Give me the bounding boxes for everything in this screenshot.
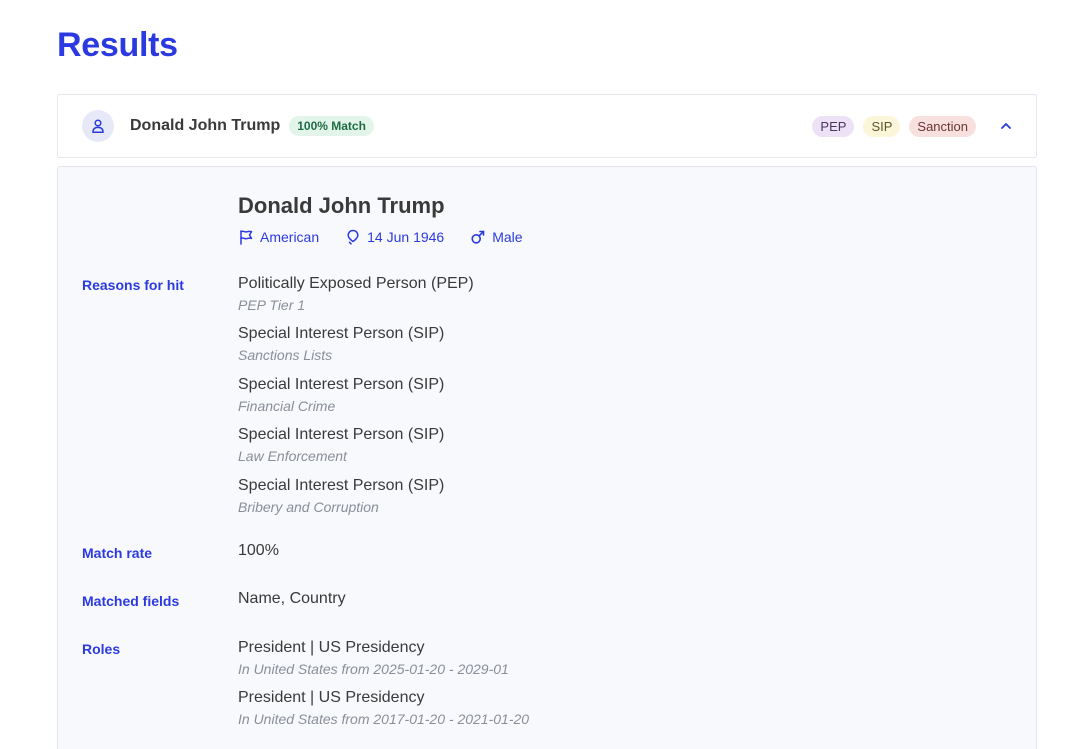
match-rate-value: 100% (238, 542, 279, 559)
reason-title: Special Interest Person (SIP) (238, 325, 445, 342)
pep-tag: PEP (812, 115, 855, 137)
chevron-up-icon[interactable] (998, 118, 1014, 134)
role-title: President | US Presidency (238, 689, 425, 706)
person-meta: American 14 Jun 1946 Male (238, 229, 549, 245)
reason-item: Special Interest Person (SIP) Bribery an… (238, 476, 444, 517)
nationality-text: American (260, 229, 320, 245)
match-rate-label: Match rate (82, 545, 153, 561)
role-item: President | US Presidency In United Stat… (238, 638, 509, 679)
role-item: President | US Presidency In United Stat… (238, 688, 529, 729)
sanction-tag: Sanction (909, 115, 976, 137)
role-subtitle: In United States from 2017-01-20 - 2021-… (238, 711, 530, 727)
role-title: President | US Presidency (238, 639, 425, 656)
reason-subtitle: Law Enforcement (238, 448, 347, 464)
gender-text: Male (492, 229, 523, 245)
birth-date-item: 14 Jun 1946 (345, 229, 444, 245)
result-detail-panel: Donald John Trump American 14 Jun 1946 M… (57, 166, 1037, 749)
reason-subtitle: Financial Crime (238, 398, 336, 414)
result-card-header[interactable]: Donald John Trump 100% Match PEP SIP San… (57, 94, 1037, 158)
reason-item: Politically Exposed Person (PEP) PEP Tie… (238, 274, 474, 315)
reasons-label: Reasons for hit (82, 277, 184, 293)
reason-title: Special Interest Person (SIP) (238, 477, 445, 494)
sip-tag: SIP (863, 115, 901, 137)
flag-icon (240, 230, 253, 245)
gender-item: Male (470, 229, 523, 245)
page-title: Results (57, 26, 178, 64)
reason-title: Special Interest Person (SIP) (238, 376, 445, 393)
nationality-item: American (238, 229, 319, 245)
location-pin-icon (347, 229, 359, 245)
reason-subtitle: PEP Tier 1 (238, 297, 306, 313)
matched-fields-value: Name, Country (238, 590, 346, 607)
matched-fields-label: Matched fields (82, 593, 180, 609)
reason-item: Special Interest Person (SIP) Law Enforc… (238, 425, 444, 466)
reason-title: Politically Exposed Person (PEP) (238, 275, 474, 292)
roles-label: Roles (82, 641, 121, 657)
birth-date-text: 14 Jun 1946 (367, 229, 445, 245)
reason-title: Special Interest Person (SIP) (238, 426, 445, 443)
match-badge: 100% Match (289, 116, 374, 136)
result-name: Donald John Trump (130, 117, 281, 134)
reason-item: Special Interest Person (SIP) Financial … (238, 375, 444, 416)
user-icon (82, 110, 114, 142)
person-name: Donald John Trump (238, 193, 445, 218)
reason-item: Special Interest Person (SIP) Sanctions … (238, 324, 444, 365)
role-subtitle: In United States from 2025-01-20 - 2029-… (238, 661, 509, 677)
reason-subtitle: Bribery and Corruption (238, 499, 379, 515)
male-icon (471, 230, 485, 244)
reason-subtitle: Sanctions Lists (238, 347, 333, 363)
